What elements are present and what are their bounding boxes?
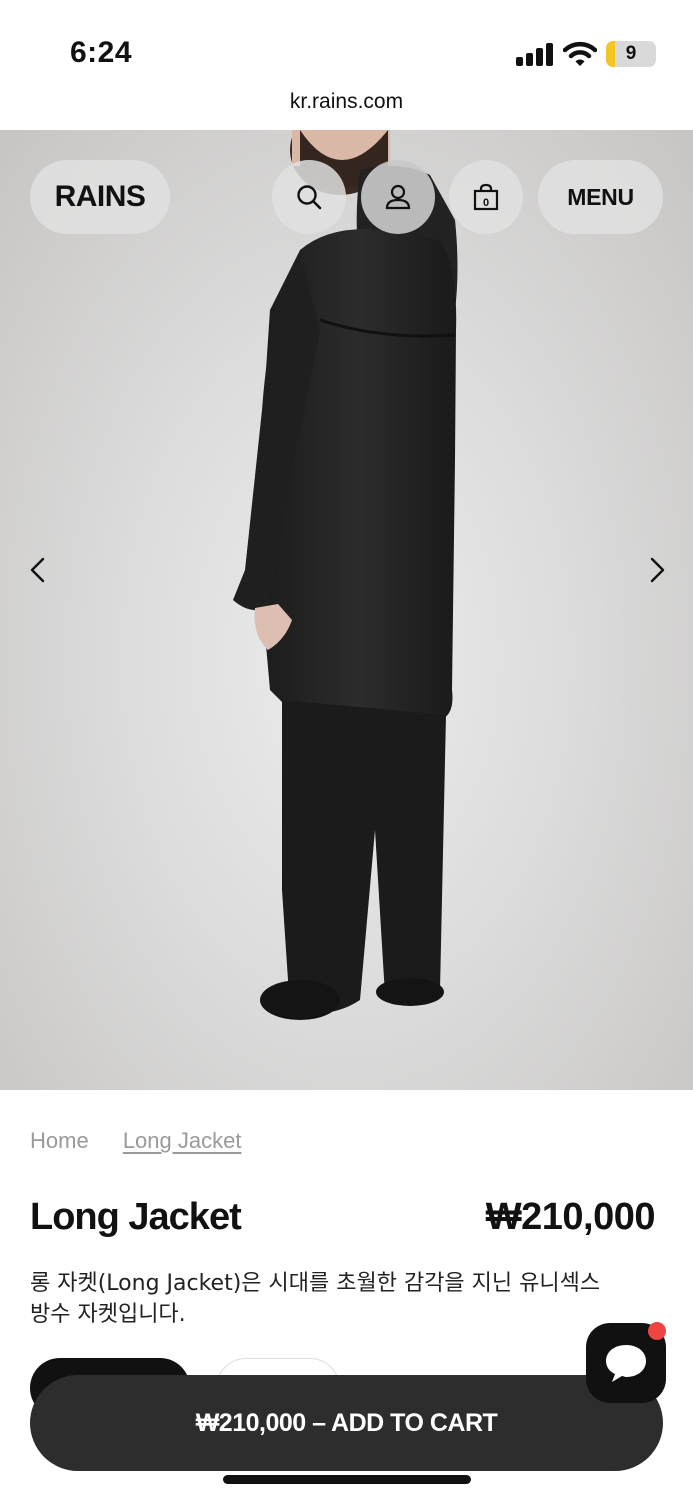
account-icon <box>385 184 411 210</box>
product-price: ₩210,000 <box>485 1196 656 1238</box>
product-title: Long Jacket <box>30 1196 242 1238</box>
search-button[interactable] <box>272 160 346 234</box>
notification-dot <box>648 1322 666 1340</box>
shopping-bag-icon: 0 <box>473 183 499 211</box>
status-time: 6:24 <box>70 36 133 69</box>
brand-logo: RAINS <box>54 180 146 213</box>
chevron-left-icon[interactable] <box>24 555 54 585</box>
add-to-cart-button[interactable]: ₩210,000 – ADD TO CART <box>30 1375 663 1471</box>
status-bar: 6:24 9 <box>0 0 693 90</box>
product-image <box>233 130 458 1020</box>
url-bar[interactable]: kr.rains.com <box>0 90 693 114</box>
search-icon <box>297 185 322 210</box>
menu-button[interactable]: MENU <box>538 160 663 234</box>
cart-button[interactable]: 0 <box>449 160 523 234</box>
breadcrumb-current[interactable]: Long Jacket <box>123 1128 242 1153</box>
chevron-right-icon[interactable] <box>641 555 671 585</box>
menu-label: MENU <box>567 183 634 210</box>
product-description: 롱 자켓(Long Jacket)은 시대를 초월한 감각을 지닌 유니섹스 방… <box>30 1268 650 1330</box>
description-line: 방수 자켓입니다. <box>30 1302 186 1327</box>
product-image-gallery[interactable]: RAINS 0 MENU <box>0 130 693 1090</box>
account-button[interactable] <box>361 160 435 234</box>
add-to-cart-label: ₩210,000 – ADD TO CART <box>195 1408 498 1437</box>
product-page: 6:24 9 kr.rains.com RAINS 0 MENU Home Lo… <box>0 0 693 1500</box>
breadcrumb-home[interactable]: Home <box>30 1128 89 1153</box>
description-line: 롱 자켓(Long Jacket)은 시대를 초월한 감각을 지닌 유니섹스 <box>30 1271 601 1296</box>
home-indicator[interactable] <box>223 1475 471 1484</box>
wifi-icon <box>563 41 597 66</box>
rains-logo-button[interactable]: RAINS <box>30 160 170 234</box>
battery-indicator: 9 <box>606 41 656 67</box>
cellular-signal-icon <box>516 42 554 66</box>
chat-bubble-icon <box>606 1345 646 1382</box>
battery-percentage: 9 <box>625 43 637 64</box>
cart-count: 0 <box>483 197 489 209</box>
breadcrumb: Home Long Jacket <box>30 1128 241 1154</box>
